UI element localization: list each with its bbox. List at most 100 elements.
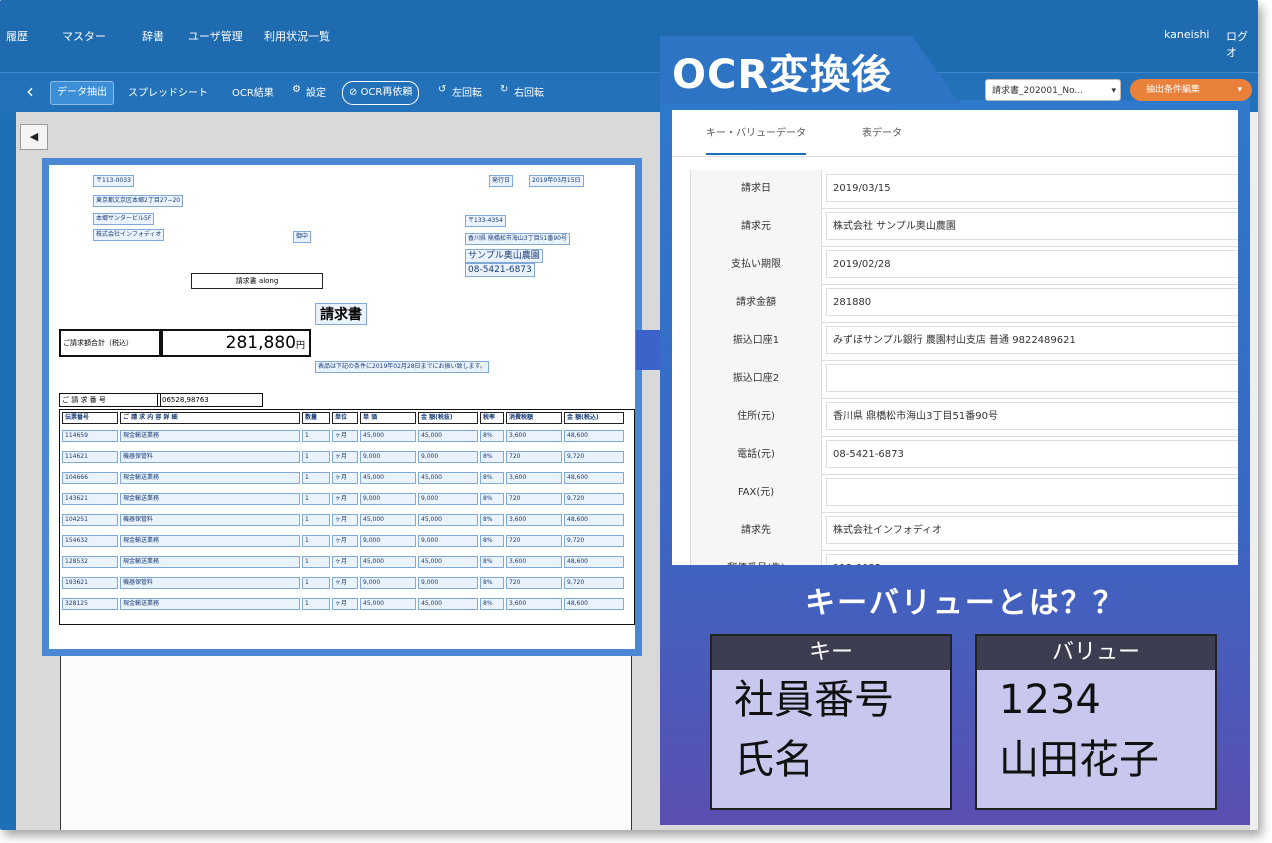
kv-value-field[interactable]: 281880 [826, 288, 1238, 316]
invoice-sender-address: 香川県 鼎橋松市海山3丁目51番90号 [465, 233, 570, 245]
spreadsheet-tab[interactable]: スプレッドシート [128, 84, 208, 99]
invoice-note: 表品は下記の条件に2019年02月28日までにお振い致します。 [315, 361, 489, 373]
rotate-left-icon[interactable]: ↺ [438, 84, 446, 95]
data-extract-tab[interactable]: データ抽出 [50, 81, 114, 105]
value-cell: 1234 [999, 677, 1101, 723]
kv-key: 請求先 [690, 512, 822, 550]
table-cell: 1 [302, 577, 330, 589]
nav-master[interactable]: マスター [62, 28, 106, 44]
kv-row: 請求日 2019/03/15 [690, 170, 1238, 209]
table-cell: ヶ月 [332, 535, 358, 547]
refresh-icon: ⊘ [349, 87, 361, 98]
table-cell: 720 [506, 577, 562, 589]
kv-value-field[interactable]: みずほサンプル銀行 農園村山支店 普通 9822489621 [826, 326, 1238, 354]
kv-value-field[interactable]: 2019/02/28 [826, 250, 1238, 278]
table-cell: 8% [480, 493, 504, 505]
invoice-total-value: 281,880 [225, 333, 296, 353]
table-cell: 45,000 [418, 598, 478, 610]
table-cell: 機器保管料 [120, 514, 300, 526]
table-cell: 45,000 [360, 598, 416, 610]
table-cell: 45,000 [418, 472, 478, 484]
table-cell: ヶ月 [332, 493, 358, 505]
table-header-cell: 金 額(税抜) [418, 412, 478, 424]
settings-label[interactable]: 設定 [306, 84, 326, 99]
kv-key: FAX(元) [690, 474, 822, 512]
gear-icon[interactable]: ⚙ [292, 84, 301, 95]
table-cell: 現金輸送業務 [120, 493, 300, 505]
table-cell: 1 [302, 598, 330, 610]
tab-table-data[interactable]: 表データ [862, 124, 902, 139]
kv-value-field[interactable] [826, 478, 1238, 506]
username: kaneishi [1164, 28, 1210, 41]
table-header-cell: 単 価 [360, 412, 416, 424]
table-cell: 48,600 [564, 556, 624, 568]
table-cell: 1 [302, 535, 330, 547]
table-cell: 8% [480, 577, 504, 589]
invoice-total-box: 281,880円 [161, 329, 311, 357]
ocr-after-banner: OCR変換後 [660, 36, 960, 104]
document-select[interactable]: 請求書_202001_No... ▾ [985, 79, 1121, 101]
chevron-down-icon: ▾ [1111, 86, 1116, 96]
table-cell: 1 [302, 556, 330, 568]
invoice-recipient: 株式会社インフォディオ [93, 229, 165, 241]
right-scroll-area[interactable] [1250, 112, 1258, 830]
key-cell: 社員番号 [734, 677, 894, 723]
rotate-right-icon[interactable]: ↻ [500, 84, 508, 95]
table-cell: 現金輸送業務 [120, 556, 300, 568]
table-cell: 3,600 [506, 472, 562, 484]
nav-usage-list[interactable]: 利用状況一覧 [264, 28, 330, 44]
extract-edit-button[interactable]: 抽出条件編集 ▾ [1130, 79, 1252, 101]
table-cell: 48,600 [564, 472, 624, 484]
nav-history[interactable]: 履歴 [6, 28, 28, 44]
chevron-left-icon[interactable]: ‹ [26, 79, 34, 103]
table-cell: 45,000 [360, 556, 416, 568]
table-cell: 193621 [62, 577, 118, 589]
kv-key: 振込口座2 [690, 360, 822, 398]
nav-dictionary[interactable]: 辞書 [142, 28, 164, 44]
table-cell: 104666 [62, 472, 118, 484]
table-cell: 1 [302, 514, 330, 526]
rotate-left-label[interactable]: 左回転 [452, 84, 482, 99]
table-cell: 8% [480, 451, 504, 463]
collapse-left-icon[interactable]: ◀ [20, 124, 48, 150]
invoice-sender-name: サンプル奥山農園 [465, 249, 543, 263]
table-cell: 9,000 [360, 577, 416, 589]
table-cell: 45,000 [360, 472, 416, 484]
kv-key: 請求元 [690, 208, 822, 246]
table-header-cell: 数量 [302, 412, 330, 424]
table-cell: 8% [480, 472, 504, 484]
table-cell: 48,600 [564, 514, 624, 526]
table-cell: 3,600 [506, 514, 562, 526]
rotate-right-label[interactable]: 右回転 [514, 84, 544, 99]
invoice-doc-no: 請求書 along [191, 273, 323, 289]
invoice-no-label: ご 請 求 番 号 [59, 393, 161, 407]
kv-value-field[interactable]: 113-0033 [826, 554, 1238, 565]
kv-row: 請求金額 281880 [690, 284, 1238, 323]
key-header: キー [712, 636, 950, 670]
kv-row: 請求先 株式会社インフォディオ [690, 512, 1238, 551]
table-cell: 9,000 [418, 577, 478, 589]
kv-row: 郵便番号(先) 113-0033 [690, 550, 1238, 565]
logout-link[interactable]: ログオ [1226, 28, 1258, 60]
table-cell: ヶ月 [332, 430, 358, 442]
top-navigation: 履歴 マスター 辞書 ユーザ管理 利用状況一覧 kaneishi ログオ [0, 0, 1258, 72]
kv-row: 振込口座2 [690, 360, 1238, 399]
table-cell: ヶ月 [332, 598, 358, 610]
kv-value-field[interactable] [826, 364, 1238, 392]
table-cell: 45,000 [360, 430, 416, 442]
key-value-panel: キー・バリューデータ 表データ 請求日 2019/03/15 請求元 株式会社 サンプ… [672, 110, 1238, 565]
tab-key-value[interactable]: キー・バリューデータ [706, 124, 806, 155]
kv-value-field[interactable]: 08-5421-6873 [826, 440, 1238, 468]
kv-value-field[interactable]: 株式会社 サンプル奥山農園 [826, 212, 1238, 240]
ocr-rerun-button[interactable]: ⊘ OCR再依頼 [342, 81, 420, 105]
ocr-result-tab[interactable]: OCR結果 [232, 84, 274, 99]
table-cell: 48,600 [564, 598, 624, 610]
kv-value-field[interactable]: 株式会社インフォディオ [826, 516, 1238, 544]
kv-value-field[interactable]: 香川県 鼎橋松市海山3丁目51番90号 [826, 402, 1238, 430]
nav-user-management[interactable]: ユーザ管理 [188, 28, 243, 44]
invoice-building: 本郷サンタービル5F [93, 213, 155, 225]
kv-value-field[interactable]: 2019/03/15 [826, 174, 1238, 202]
kv-row: 住所(元) 香川県 鼎橋松市海山3丁目51番90号 [690, 398, 1238, 437]
table-cell: 現金輸送業務 [120, 472, 300, 484]
kv-key: 請求金額 [690, 284, 822, 322]
